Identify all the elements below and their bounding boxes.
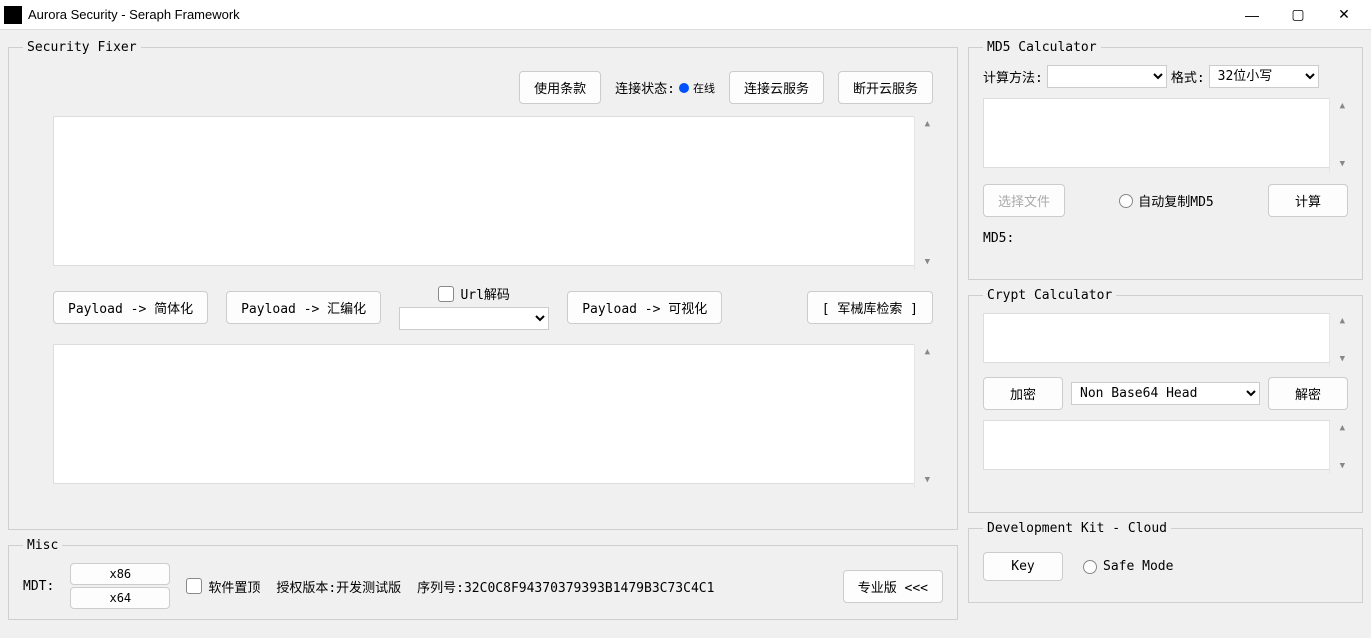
pin-top-label: 软件置顶 [208,577,260,596]
crypt-legend: Crypt Calculator [983,288,1116,303]
close-button[interactable]: ✕ [1321,0,1367,30]
x64-button[interactable]: x64 [70,587,170,609]
connection-status: 连接状态: 在线 [615,78,715,97]
payload-assembly-button[interactable]: Payload -> 汇编化 [226,291,381,324]
minimize-button[interactable]: — [1229,0,1275,30]
md5-format-label: 格式: [1171,67,1205,86]
md5-legend: MD5 Calculator [983,40,1101,55]
armory-search-button[interactable]: [ 军械库检索 ] [807,291,933,324]
safe-mode-radio[interactable] [1083,560,1097,574]
md5-method-label: 计算方法: [983,67,1043,86]
compute-button[interactable]: 计算 [1268,184,1348,217]
auto-copy-radio[interactable] [1119,194,1133,208]
mdt-label: MDT: [23,579,54,594]
md5-input-textarea[interactable] [983,98,1348,168]
key-button[interactable]: Key [983,552,1063,581]
md5-calculator-group: MD5 Calculator 计算方法: 格式: 32位小写 ▲ ▼ 选择文件 … [968,40,1363,280]
misc-group: Misc MDT: x86 x64 软件置顶 授权版本:开发测试版 序列号:32… [8,538,958,620]
decode-select[interactable] [399,307,549,330]
encrypt-button[interactable]: 加密 [983,377,1063,410]
crypt-input-textarea[interactable] [983,313,1348,363]
misc-legend: Misc [23,538,62,553]
window-title: Aurora Security - Seraph Framework [28,7,1229,22]
url-decode-label: Url解码 [460,284,509,303]
md5-method-select[interactable] [1047,65,1167,88]
scroll-down-icon[interactable]: ▼ [925,475,930,485]
crypt-calculator-group: Crypt Calculator ▲ ▼ 加密 Non Base64 Head … [968,288,1363,513]
payload-simplify-button[interactable]: Payload -> 简体化 [53,291,208,324]
app-icon [4,6,22,24]
md5-format-select[interactable]: 32位小写 [1209,65,1319,88]
serial-label: 序列号:32C0C8F94370379393B1479B3C73C4C1 [417,577,714,596]
scroll-down-icon[interactable]: ▼ [1340,159,1345,169]
scroll-down-icon[interactable]: ▼ [1340,461,1345,471]
usage-terms-button[interactable]: 使用条款 [519,71,601,104]
status-dot-icon [679,83,689,93]
connect-cloud-button[interactable]: 连接云服务 [729,71,824,104]
fixer-input-textarea[interactable] [53,116,933,266]
safe-mode-label: Safe Mode [1103,559,1173,574]
dev-kit-group: Development Kit - Cloud Key Safe Mode [968,521,1363,603]
conn-status-label: 连接状态: [615,78,675,97]
x86-button[interactable]: x86 [70,563,170,585]
maximize-button[interactable]: ▢ [1275,0,1321,30]
license-label: 授权版本:开发测试版 [276,577,401,596]
fixer-output-textarea[interactable] [53,344,933,484]
conn-status-value: 在线 [693,80,715,96]
url-decode-checkbox[interactable] [438,286,454,302]
choose-file-button[interactable]: 选择文件 [983,184,1065,217]
crypt-mode-select[interactable]: Non Base64 Head [1071,382,1260,405]
security-fixer-group: Security Fixer 使用条款 连接状态: 在线 连接云服务 断开云服务… [8,40,958,530]
pin-top-checkbox[interactable] [186,578,202,594]
md5-result-label: MD5: [983,231,1348,246]
crypt-output-textarea[interactable] [983,420,1348,470]
auto-copy-label: 自动复制MD5 [1138,191,1213,210]
scroll-up-icon[interactable]: ▲ [925,347,930,357]
decrypt-button[interactable]: 解密 [1268,377,1348,410]
titlebar: Aurora Security - Seraph Framework — ▢ ✕ [0,0,1371,30]
scroll-down-icon[interactable]: ▼ [1340,354,1345,364]
security-fixer-legend: Security Fixer [23,40,141,55]
pro-version-button[interactable]: 专业版 <<< [843,570,943,603]
disconnect-cloud-button[interactable]: 断开云服务 [838,71,933,104]
scroll-up-icon[interactable]: ▲ [1340,101,1345,111]
scroll-up-icon[interactable]: ▲ [1340,423,1345,433]
scroll-down-icon[interactable]: ▼ [925,257,930,267]
dev-kit-legend: Development Kit - Cloud [983,521,1171,536]
payload-visual-button[interactable]: Payload -> 可视化 [567,291,722,324]
scroll-up-icon[interactable]: ▲ [925,119,930,129]
scroll-up-icon[interactable]: ▲ [1340,316,1345,326]
